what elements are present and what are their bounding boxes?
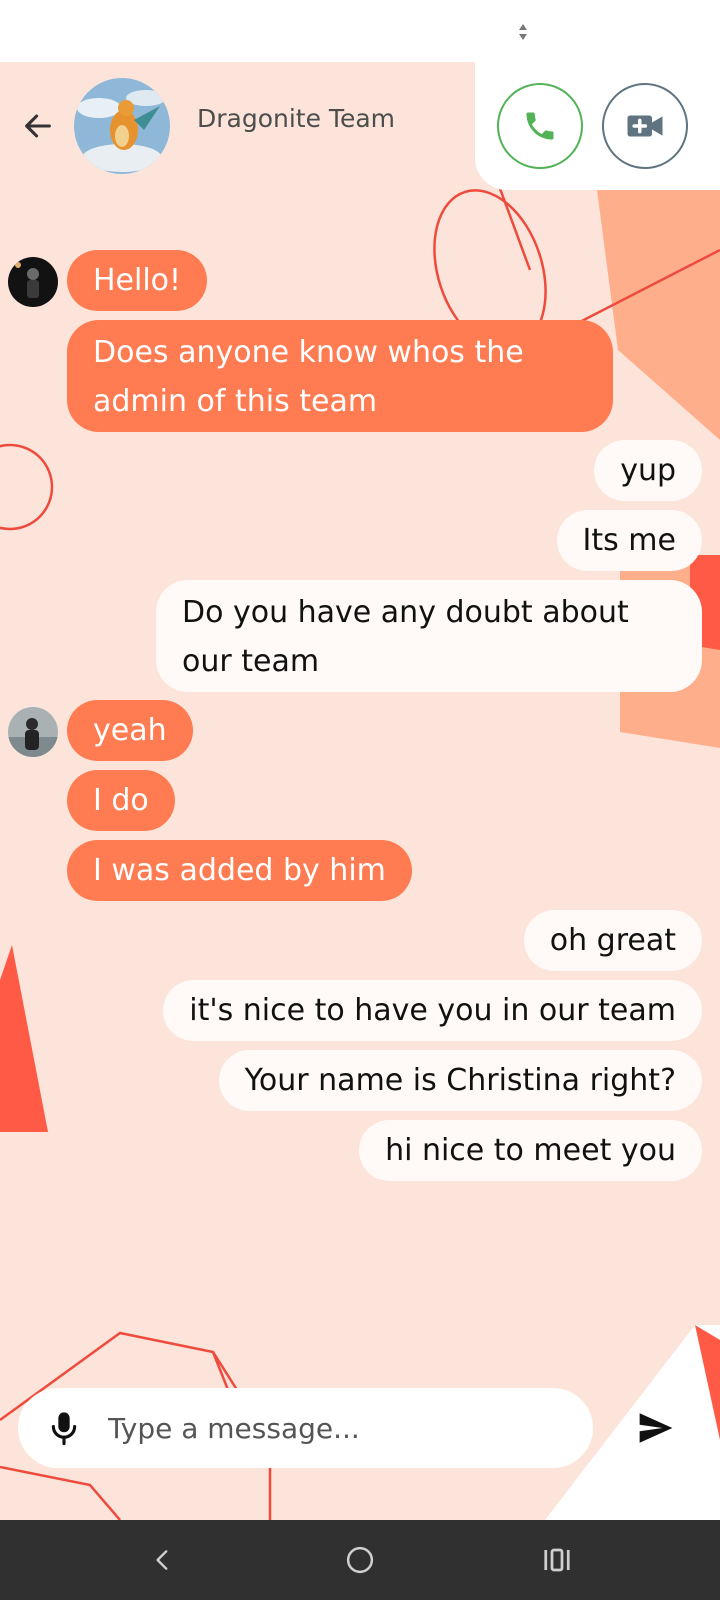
message-bubble[interactable]: Do you have any doubt about our team — [156, 580, 702, 692]
system-nav-bar — [0, 1520, 720, 1600]
message-line: admin of this team — [93, 384, 378, 419]
circle-home-icon — [346, 1546, 374, 1574]
back-button[interactable] — [18, 106, 58, 146]
recent-apps-icon — [544, 1548, 570, 1572]
message-bubble[interactable]: oh great — [523, 910, 702, 971]
sender-avatar[interactable] — [8, 257, 58, 307]
send-icon — [639, 1413, 673, 1443]
nav-recents-button[interactable] — [527, 1532, 587, 1588]
nav-home-button[interactable] — [330, 1532, 390, 1588]
sort-icon — [519, 24, 527, 40]
video-call-button[interactable] — [602, 83, 688, 169]
message-bubble[interactable]: I was added by him — [67, 840, 412, 901]
message-input[interactable] — [108, 1400, 568, 1456]
microphone-button[interactable] — [42, 1406, 86, 1450]
message-bubble[interactable]: Does anyone know whos the admin of this … — [67, 320, 613, 432]
arrow-left-icon — [25, 114, 51, 138]
message-bubble[interactable]: it's nice to have you in our team — [163, 980, 702, 1041]
message-bubble[interactable]: yup — [594, 440, 702, 501]
message-bubble[interactable]: yeah — [67, 700, 193, 761]
team-name: Dragonite Team — [197, 104, 396, 133]
message-line: Do you have any doubt about — [182, 595, 629, 630]
send-button[interactable] — [612, 1388, 700, 1468]
phone-icon — [526, 112, 554, 140]
microphone-icon — [51, 1412, 77, 1446]
message-bubble[interactable]: Its me — [556, 510, 702, 571]
nav-back-button[interactable] — [133, 1532, 193, 1588]
message-line: our team — [182, 644, 320, 679]
chevron-left-icon — [156, 1550, 168, 1570]
message-line: Does anyone know whos the — [93, 335, 524, 370]
message-bubble[interactable]: Hello! — [67, 250, 208, 311]
team-avatar[interactable] — [74, 78, 170, 174]
sender-avatar[interactable] — [8, 707, 58, 757]
message-bubble[interactable]: Your name is Christina right? — [218, 1050, 702, 1111]
video-camera-icon — [627, 115, 663, 137]
voice-call-button[interactable] — [497, 83, 583, 169]
message-bubble[interactable]: hi nice to meet you — [359, 1120, 702, 1181]
message-composer — [18, 1388, 593, 1468]
status-strip — [0, 0, 720, 62]
message-bubble[interactable]: I do — [67, 770, 175, 831]
